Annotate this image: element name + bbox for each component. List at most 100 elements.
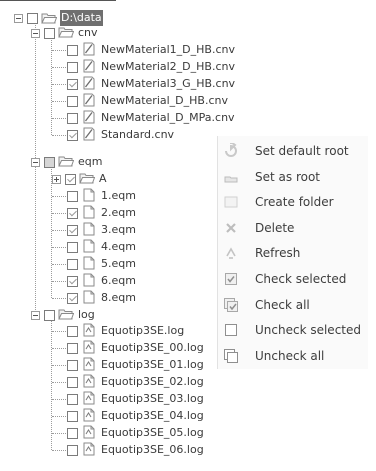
- checkbox[interactable]: [67, 129, 78, 141]
- tree-item[interactable]: NewMaterial1_D_HB.cnv: [67, 41, 236, 59]
- checkbox[interactable]: [67, 342, 78, 354]
- menu-item-set-as-root[interactable]: Set as root: [218, 165, 368, 189]
- tree-item[interactable]: Equotip3SE_04.log: [67, 407, 205, 425]
- tree-node-label[interactable]: NewMaterial2_D_HB.cnv: [100, 59, 236, 75]
- tree-folder-cnv[interactable]: cnv: [31, 24, 99, 42]
- checkbox[interactable]: [67, 275, 78, 287]
- curve-file-icon: [81, 59, 100, 76]
- tree-node-label[interactable]: Equotip3SE_01.log: [100, 357, 205, 373]
- checkbox[interactable]: [67, 190, 78, 202]
- checkbox[interactable]: [67, 444, 78, 456]
- context-menu: Set default root Set as root Create fold…: [217, 136, 368, 369]
- tree-item[interactable]: Equotip3SE_05.log: [67, 424, 205, 442]
- tree-node-label[interactable]: 3.eqm: [100, 222, 137, 238]
- tree-item[interactable]: NewMaterial_D_HB.cnv: [67, 92, 229, 110]
- tree-node-label[interactable]: Equotip3SE_04.log: [100, 408, 205, 424]
- tree-node-label[interactable]: Equotip3SE_02.log: [100, 374, 205, 390]
- checkbox[interactable]: [67, 207, 78, 219]
- tree-item[interactable]: 4.eqm: [67, 238, 137, 256]
- tree-item[interactable]: Equotip3SE_02.log: [67, 373, 205, 391]
- checkbox[interactable]: [67, 427, 78, 439]
- tree-item[interactable]: Equotip3SE_03.log: [67, 390, 205, 408]
- curve-file-icon: [81, 110, 100, 127]
- tree-node-label[interactable]: eqm: [77, 154, 103, 170]
- tree-node-label[interactable]: 5.eqm: [100, 256, 137, 272]
- checkbox[interactable]: [65, 173, 76, 185]
- menu-item-uncheck-all[interactable]: Uncheck all: [218, 344, 368, 368]
- menu-item-label: Delete: [255, 220, 295, 235]
- tree-item[interactable]: Standard.cnv: [67, 126, 175, 144]
- checkbox[interactable]: [67, 61, 78, 73]
- checkbox[interactable]: [67, 258, 78, 270]
- tree-item[interactable]: 2.eqm: [67, 204, 137, 222]
- tree-item[interactable]: 5.eqm: [67, 255, 137, 273]
- tree-node-label[interactable]: NewMaterial_D_HB.cnv: [100, 93, 229, 109]
- checkbox[interactable]: [67, 112, 78, 124]
- tree-item[interactable]: NewMaterial3_G_HB.cnv: [67, 75, 236, 93]
- folder-open-icon: [58, 154, 77, 171]
- tree-item[interactable]: Equotip3SE_00.log: [67, 339, 205, 357]
- menu-item-label: Refresh: [255, 246, 301, 261]
- checkbox[interactable]: [67, 292, 78, 304]
- tree-folder-eqm[interactable]: eqm: [31, 153, 103, 171]
- tree-node-label[interactable]: A: [98, 171, 108, 187]
- tree-node-label[interactable]: 4.eqm: [100, 239, 137, 255]
- tree-node-label[interactable]: Equotip3SE_06.log: [100, 442, 205, 458]
- menu-item-uncheck-selected[interactable]: Uncheck selected: [218, 318, 368, 342]
- checkbox[interactable]: [67, 78, 78, 90]
- checkbox[interactable]: [67, 359, 78, 371]
- checkbox[interactable]: [67, 410, 78, 422]
- tree-node-label[interactable]: NewMaterial3_G_HB.cnv: [100, 76, 236, 92]
- tree-item[interactable]: A: [52, 170, 108, 188]
- menu-item-check-all[interactable]: Check all: [218, 293, 368, 317]
- folder-icon: [79, 171, 98, 188]
- tree-node-label[interactable]: cnv: [77, 25, 99, 41]
- checkbox[interactable]: [44, 309, 55, 321]
- checkbox[interactable]: [67, 95, 78, 107]
- menu-item-set-default-root[interactable]: Set default root: [218, 139, 368, 163]
- tree-node-label[interactable]: Equotip3SE_03.log: [100, 391, 205, 407]
- checkbox[interactable]: [27, 12, 38, 24]
- tree-item[interactable]: 8.eqm: [67, 289, 137, 307]
- collapse-toggle-icon[interactable]: [31, 28, 40, 38]
- tree-node-label[interactable]: log: [77, 307, 96, 323]
- menu-item-check-selected[interactable]: Check selected: [218, 267, 368, 291]
- menu-item-create-folder[interactable]: Create folder: [218, 190, 368, 214]
- menu-item-delete[interactable]: Delete: [218, 216, 368, 240]
- collapse-toggle-icon[interactable]: [31, 310, 40, 320]
- tree-item[interactable]: 1.eqm: [67, 187, 137, 205]
- tree-node-label[interactable]: Equotip3SE_05.log: [100, 425, 205, 441]
- tree-item[interactable]: Equotip3SE_06.log: [67, 441, 205, 459]
- tree-node-label[interactable]: 2.eqm: [100, 205, 137, 221]
- checkbox[interactable]: [67, 325, 78, 337]
- checkbox[interactable]: [44, 156, 55, 168]
- log-file-icon: [81, 357, 100, 374]
- tree-node-label[interactable]: Equotip3SE_00.log: [100, 340, 205, 356]
- tree-node-label[interactable]: Equotip3SE.log: [100, 323, 185, 339]
- log-file-icon: [81, 425, 100, 442]
- checkbox[interactable]: [67, 44, 78, 56]
- tree-item[interactable]: NewMaterial_D_MPa.cnv: [67, 109, 236, 127]
- checkbox[interactable]: [44, 27, 55, 39]
- checkbox[interactable]: [67, 241, 78, 253]
- checkbox[interactable]: [67, 393, 78, 405]
- tree-node-label[interactable]: 8.eqm: [100, 290, 137, 306]
- tree-node-label[interactable]: Standard.cnv: [100, 127, 175, 143]
- tree-item[interactable]: NewMaterial2_D_HB.cnv: [67, 58, 236, 76]
- tree-node-label[interactable]: NewMaterial1_D_HB.cnv: [100, 42, 236, 58]
- collapse-toggle-icon[interactable]: [31, 157, 40, 167]
- expand-toggle-icon[interactable]: [52, 174, 61, 184]
- tree-item[interactable]: 3.eqm: [67, 221, 137, 239]
- tree-node-label[interactable]: 6.eqm: [100, 273, 137, 289]
- checkbox[interactable]: [67, 376, 78, 388]
- collapse-toggle-icon[interactable]: [14, 13, 23, 23]
- menu-item-refresh[interactable]: Refresh: [218, 241, 368, 265]
- document-icon: [81, 273, 100, 290]
- tree-node-label[interactable]: NewMaterial_D_MPa.cnv: [100, 110, 236, 126]
- checkbox[interactable]: [67, 224, 78, 236]
- tree-item[interactable]: Equotip3SE_01.log: [67, 356, 205, 374]
- log-file-icon: [81, 442, 100, 459]
- tree-item[interactable]: 6.eqm: [67, 272, 137, 290]
- tree-node-label[interactable]: 1.eqm: [100, 188, 137, 204]
- tree-item[interactable]: Equotip3SE.log: [67, 322, 185, 340]
